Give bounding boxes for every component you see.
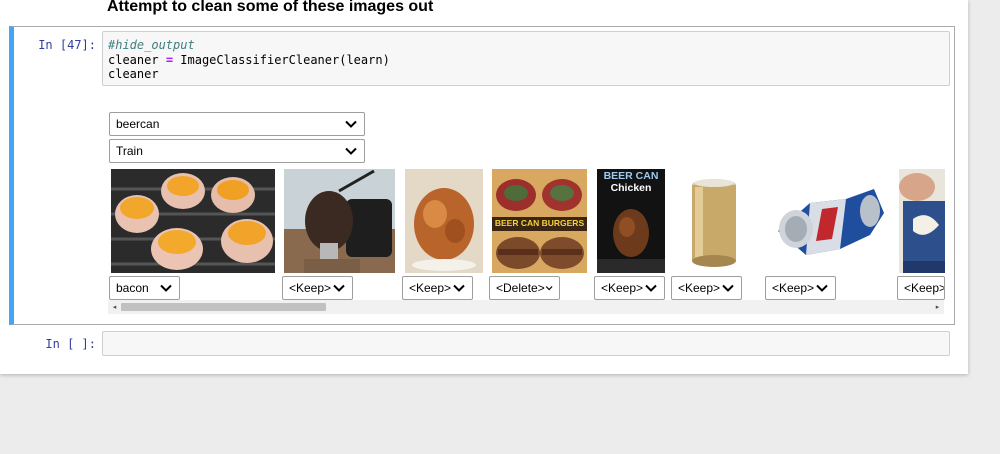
input-prompt-empty: In [ ]: <box>45 337 96 351</box>
code-operator: = <box>165 52 174 67</box>
chevron-down-icon <box>345 147 357 155</box>
code-editor[interactable]: #hide_output cleaner = ImageClassifierCl… <box>102 31 950 86</box>
image-action-value: <Keep> <box>904 281 945 295</box>
image-action-value: bacon <box>116 281 149 295</box>
code-call: ImageClassifierCleaner(learn) <box>180 52 390 67</box>
poster-caption-line1: BEER CAN <box>603 170 659 182</box>
category-dropdown-value: beercan <box>116 117 160 131</box>
image-action-dropdown-5[interactable]: <Keep> <box>594 276 665 300</box>
chevron-down-icon <box>645 284 657 292</box>
image-action-dropdown-8[interactable]: <Keep> <box>897 276 945 300</box>
empty-code-editor[interactable] <box>102 331 950 356</box>
roast-chicken-image <box>405 169 483 273</box>
chevron-down-icon <box>160 284 172 292</box>
image-action-dropdown-6[interactable]: <Keep> <box>671 276 742 300</box>
image-action-value: <Keep> <box>678 281 721 295</box>
image-action-dropdown-4[interactable]: <Delete> <box>489 276 560 300</box>
burger-caption: BEER CAN BURGERS <box>494 218 585 228</box>
image-action-dropdown-2[interactable]: <Keep> <box>282 276 353 300</box>
crushed-can-image <box>770 169 888 273</box>
category-dropdown[interactable]: beercan <box>109 112 365 136</box>
image-action-value: <Keep> <box>289 281 332 295</box>
beer-can-burgers-image: BEER CAN BURGERS <box>492 169 587 273</box>
image-action-value: <Keep> <box>601 281 644 295</box>
chevron-down-icon <box>333 284 345 292</box>
image-action-dropdown-3[interactable]: <Keep> <box>402 276 473 300</box>
scrollbar-thumb[interactable] <box>121 303 326 311</box>
chevron-down-icon <box>722 284 734 292</box>
hand-can-image <box>899 169 945 273</box>
split-dropdown[interactable]: Train <box>109 139 365 163</box>
gold-can-image <box>673 169 741 273</box>
bacon-cups-image <box>111 169 275 273</box>
code-line-3: cleaner <box>108 67 159 81</box>
input-prompt-47: In [47]: <box>38 38 96 52</box>
image-action-dropdown-7[interactable]: <Keep> <box>765 276 836 300</box>
horizontal-scrollbar[interactable]: ◂ ▸ <box>108 300 944 314</box>
scroll-left-icon[interactable]: ◂ <box>108 300 121 314</box>
beer-can-chicken-poster-image: BEER CAN Chicken <box>597 169 665 273</box>
chevron-down-icon <box>453 284 465 292</box>
markdown-heading: Attempt to clean some of these images ou… <box>107 0 434 15</box>
code-var: cleaner <box>108 52 159 67</box>
code-comment: #hide_output <box>108 38 195 52</box>
scroll-right-icon[interactable]: ▸ <box>931 300 944 314</box>
image-action-value: <Keep> <box>409 281 452 295</box>
poster-caption-line2: Chicken <box>610 182 652 194</box>
image-action-value: <Keep> <box>772 281 815 295</box>
image-action-value: <Delete> <box>496 281 545 295</box>
notebook-page: Attempt to clean some of these images ou… <box>0 0 968 374</box>
image-action-dropdown-1[interactable]: bacon <box>109 276 180 300</box>
beer-can-chicken-grill-image <box>284 169 395 273</box>
split-dropdown-value: Train <box>116 144 143 158</box>
chevron-down-icon <box>816 284 828 292</box>
chevron-down-icon <box>345 120 357 128</box>
chevron-down-icon <box>545 286 553 291</box>
code-line-2: cleaner = ImageClassifierCleaner(learn) <box>108 53 944 68</box>
